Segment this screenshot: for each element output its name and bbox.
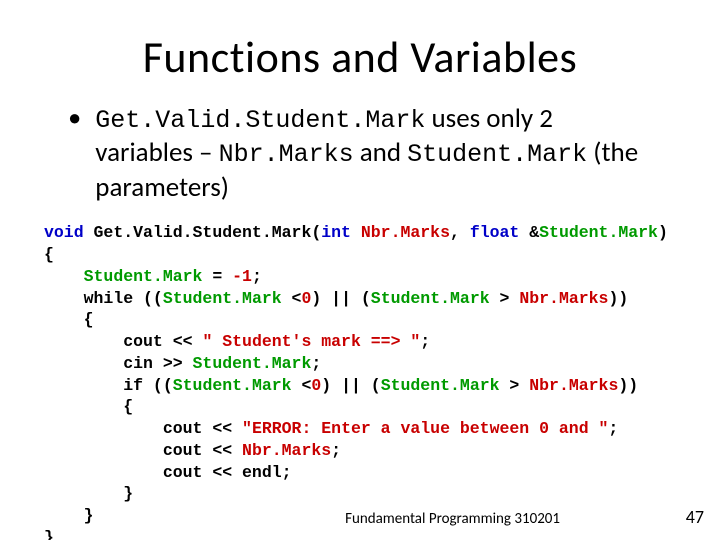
var: Student.Mark [193, 354, 312, 373]
code-text: )) [618, 376, 638, 395]
code-text: { [44, 397, 133, 416]
var: Student.Mark [84, 267, 203, 286]
bullet-marker: ● [68, 102, 81, 134]
bullet-item: ● Get.Valid.Student.Mark uses only 2 var… [68, 102, 652, 204]
code-text: Get.Valid.Student.Mark( [84, 223, 322, 242]
code-block: void Get.Valid.Student.Mark(int Nbr.Mark… [44, 222, 680, 540]
code-inline: Get.Valid.Student.Mark [95, 106, 425, 135]
code-text: = [202, 267, 232, 286]
var: Student.Mark [539, 223, 658, 242]
code-text: ; [331, 441, 341, 460]
code-text: > [500, 376, 530, 395]
code-text: { [44, 245, 54, 264]
code-text: } [44, 528, 54, 540]
var: Student.Mark [173, 376, 292, 395]
var: Nbr.Marks [519, 289, 608, 308]
code-inline: Nbr.Marks [219, 140, 354, 169]
code-text: cout << [44, 419, 242, 438]
keyword: int [321, 223, 351, 242]
var: Nbr.Marks [529, 376, 618, 395]
code-text: { [44, 310, 94, 329]
var: Student.Mark [381, 376, 500, 395]
code-text: ) || ( [311, 289, 370, 308]
code-text: ) || ( [321, 376, 380, 395]
var: Student.Mark [371, 289, 490, 308]
text: and [354, 136, 408, 169]
code-text: < [292, 376, 312, 395]
number: 0 [311, 376, 321, 395]
code-text: } [44, 484, 133, 503]
var: Nbr.Marks [242, 441, 331, 460]
code-text: > [490, 289, 520, 308]
string-literal: " Student's mark ==> " [202, 332, 420, 351]
keyword: float [470, 223, 520, 242]
code-text: while (( [44, 289, 163, 308]
footer-text: Fundamental Programming 310201 [345, 510, 560, 528]
code-text: cout << endl; [44, 463, 292, 482]
keyword: void [44, 223, 84, 242]
code-text: ; [608, 419, 618, 438]
code-text: cout << [44, 332, 202, 351]
code-text: } [44, 506, 94, 525]
code-inline: Student.Mark [407, 140, 587, 169]
code-text: < [282, 289, 302, 308]
code-text: cin >> [44, 354, 193, 373]
slide-title: Functions and Variables [40, 30, 680, 84]
string-literal: "ERROR: Enter a value between 0 and " [242, 419, 608, 438]
var: Nbr.Marks [361, 223, 450, 242]
page-number: 47 [686, 506, 704, 528]
code-text: if (( [44, 376, 173, 395]
code-text: ; [252, 267, 262, 286]
code-text: cout << [44, 441, 242, 460]
number: 0 [301, 289, 311, 308]
code-text: ; [420, 332, 430, 351]
var: Student.Mark [163, 289, 282, 308]
slide: Functions and Variables ● Get.Valid.Stud… [0, 0, 720, 540]
code-text: )) [608, 289, 628, 308]
number: -1 [232, 267, 252, 286]
code-text: ; [311, 354, 321, 373]
bullet-text: Get.Valid.Student.Mark uses only 2 varia… [95, 102, 652, 204]
